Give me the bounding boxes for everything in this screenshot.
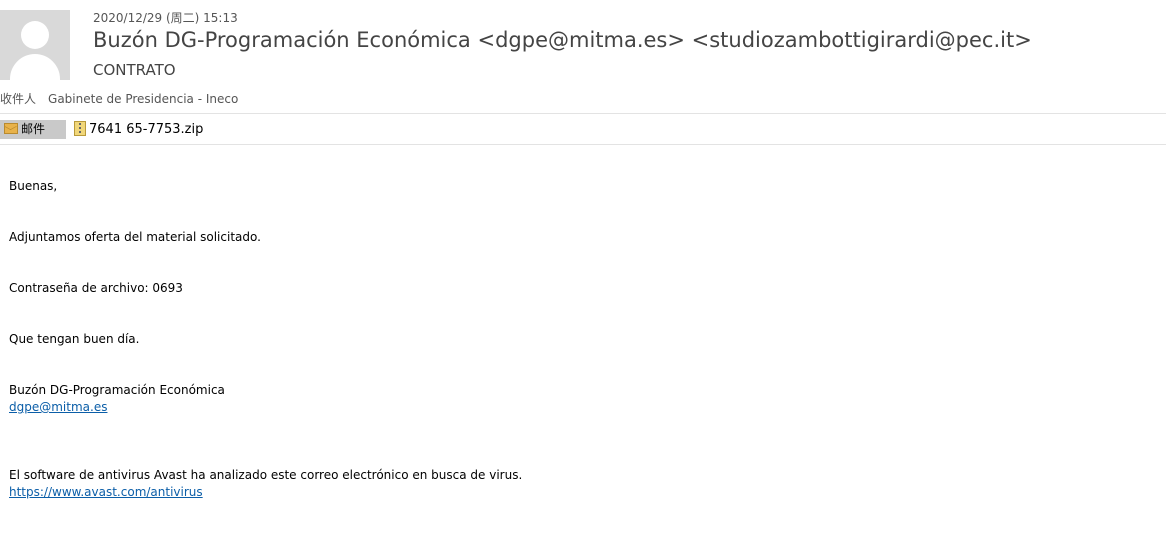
body-closing: Que tengan buen día. — [9, 332, 140, 346]
message-date: 2020/12/29 (周二) 15:13 — [93, 11, 238, 25]
recipients-line: 收件人 Gabinete de Presidencia - Ineco — [0, 90, 238, 107]
mail-tab-label: 邮件 — [21, 122, 46, 136]
attachment-bar: 邮件 7641 65-7753.zip — [0, 114, 1166, 145]
body-line-offer: Adjuntamos oferta del material solicitad… — [9, 230, 261, 244]
sender-avatar — [0, 10, 70, 80]
mail-tab[interactable]: 邮件 — [0, 120, 66, 139]
message-subject: CONTRATO — [93, 61, 176, 79]
body-password-line: Contraseña de archivo: 0693 — [9, 281, 183, 295]
zip-file-icon — [74, 120, 86, 136]
attachment-filename: 7641 65-7753.zip — [89, 122, 204, 137]
avatar-person-icon — [21, 21, 49, 49]
sender-name[interactable]: Buzón DG-Programación Económica <dgpe@mi… — [93, 28, 1032, 52]
signature-email-link[interactable]: dgpe@mitma.es — [9, 400, 107, 414]
email-reading-pane: 2020/12/29 (周二) 15:13 Buzón DG-Programac… — [0, 0, 1166, 533]
envelope-icon — [4, 123, 18, 134]
recipient-name[interactable]: Gabinete de Presidencia - Ineco — [48, 92, 238, 106]
avatar-person-body — [10, 54, 60, 80]
message-header: 2020/12/29 (周二) 15:13 Buzón DG-Programac… — [0, 0, 1166, 114]
recipients-label: 收件人 — [0, 92, 37, 106]
antivirus-note: El software de antivirus Avast ha analiz… — [9, 468, 523, 482]
body-greeting: Buenas, — [9, 179, 58, 193]
signature-name: Buzón DG-Programación Económica — [9, 383, 225, 397]
zip-attachment[interactable]: 7641 65-7753.zip — [74, 120, 204, 138]
antivirus-link[interactable]: https://www.avast.com/antivirus — [9, 485, 203, 499]
